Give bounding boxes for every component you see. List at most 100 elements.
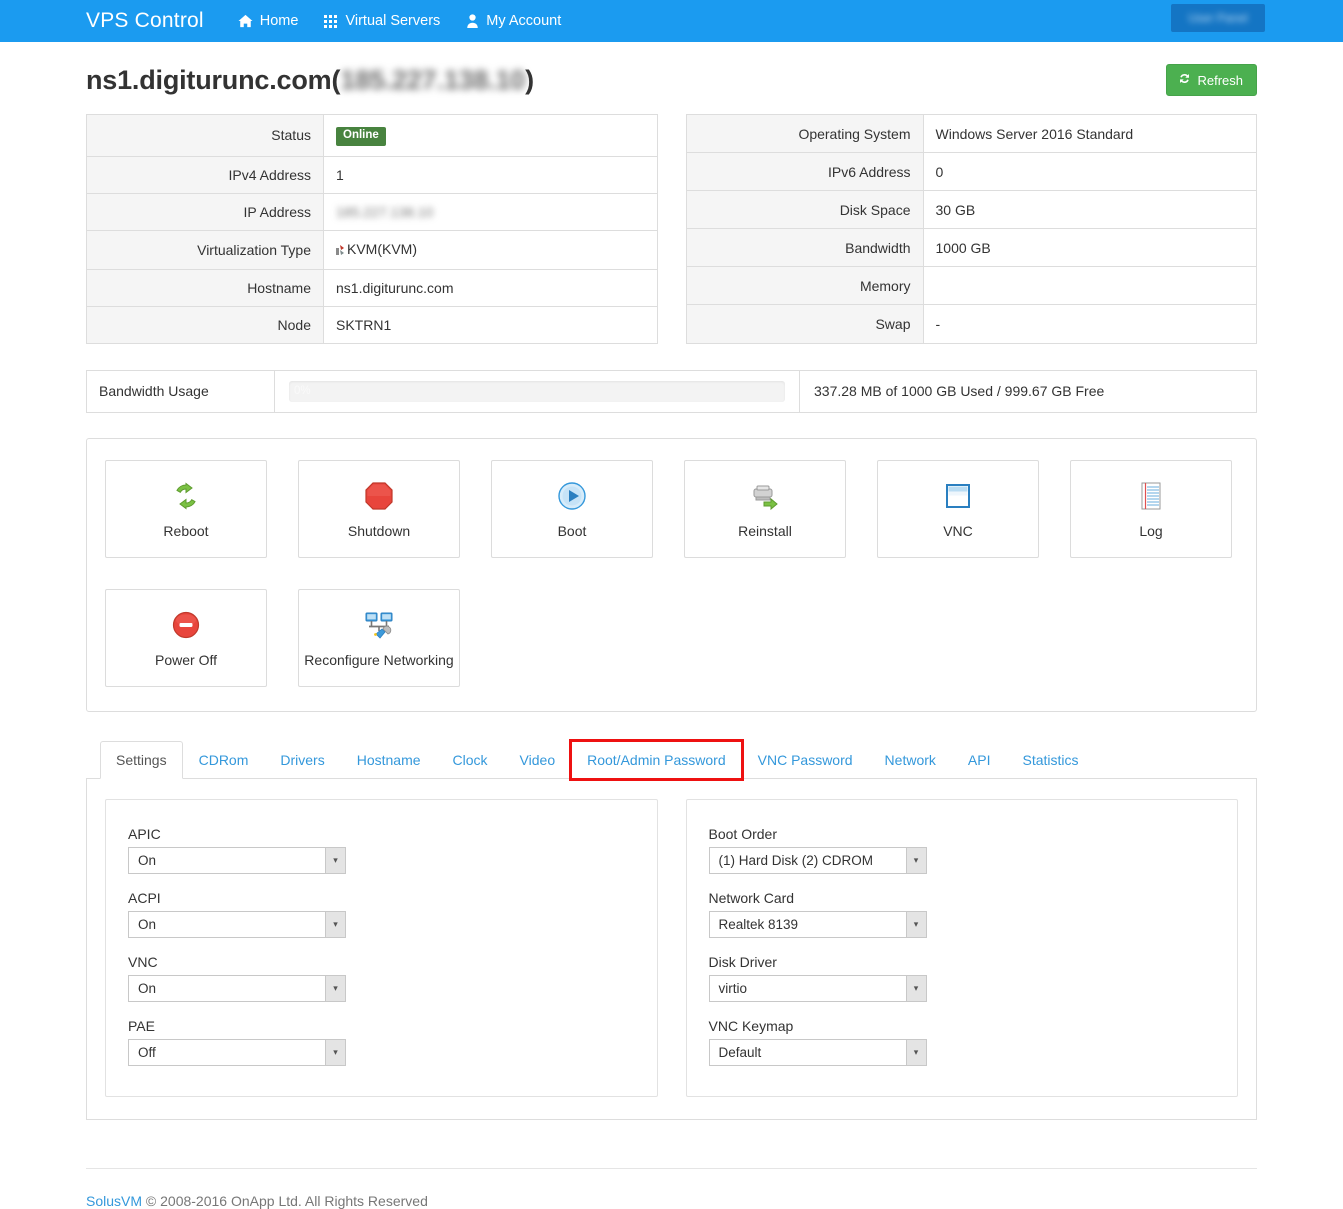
row-label-virtualization-type: Virtualization Type: [86, 230, 324, 269]
action-reconfigure-networking-label: Reconfigure Networking: [304, 651, 454, 668]
field-apic-label: APIC: [128, 825, 161, 842]
boot-icon: [556, 479, 588, 513]
refresh-button[interactable]: Refresh: [1166, 64, 1257, 96]
refresh-label: Refresh: [1197, 72, 1243, 88]
table-row: Operating System Windows Server 2016 Sta…: [686, 114, 1257, 153]
nav-item-home-label: Home: [259, 13, 299, 29]
nav-item-virtual-servers-label: Virtual Servers: [345, 13, 441, 29]
action-reinstall[interactable]: Reinstall: [684, 459, 846, 558]
table-row: Virtualization Type KVM(KVM): [86, 230, 657, 269]
action-reboot[interactable]: Reboot: [105, 459, 267, 558]
chevron-down-icon: ▾: [325, 1039, 345, 1065]
table-row: IPv6 Address 0: [686, 152, 1257, 191]
action-shutdown[interactable]: Shutdown: [298, 459, 460, 558]
brand-logo[interactable]: VPS Control: [86, 9, 204, 33]
field-acpi: ACPI On ▾: [128, 890, 635, 938]
bandwidth-bar-cell: 0%: [275, 370, 800, 412]
row-value-ipv6: 0: [923, 152, 1257, 191]
acpi-select[interactable]: On ▾: [128, 910, 346, 938]
row-label-memory: Memory: [686, 266, 924, 305]
row-value-status: Online: [323, 114, 657, 156]
chevron-down-icon: ▾: [905, 911, 926, 937]
row-value-swap: -: [923, 304, 1257, 343]
tab-drivers[interactable]: Drivers: [264, 741, 340, 779]
server-info-table-right: Operating System Windows Server 2016 Sta…: [685, 114, 1257, 344]
action-power-off[interactable]: Power Off: [105, 588, 267, 687]
server-info-table-left: Status Online IPv4 Address 1 IP Address …: [86, 114, 658, 344]
server-actions-grid: Reboot Shutdown Boot Reinstall VNC Log P…: [105, 459, 1238, 687]
tab-clock[interactable]: Clock: [437, 741, 504, 779]
field-disk-driver: Disk Driver virtio ▾: [708, 954, 1216, 1002]
disk-driver-select[interactable]: virtio ▾: [708, 974, 927, 1002]
tab-settings[interactable]: Settings: [100, 740, 183, 779]
row-value-disk-space: 30 GB: [923, 190, 1257, 229]
pae-select-value: Off: [138, 1044, 156, 1060]
field-apic: APIC On ▾: [128, 826, 635, 874]
action-vnc[interactable]: VNC: [877, 459, 1039, 558]
reinstall-icon: [749, 479, 781, 513]
field-pae: PAE Off ▾: [128, 1018, 635, 1066]
row-label-ip-address: IP Address: [86, 193, 324, 230]
vnc-select[interactable]: On ▾: [128, 974, 346, 1002]
tab-api[interactable]: API: [952, 741, 1007, 779]
tab-vnc-password[interactable]: VNC Password: [742, 741, 869, 779]
user-icon: [466, 14, 479, 28]
account-dropdown-button[interactable]: User Panel: [1171, 4, 1265, 32]
action-power-off-label: Power Off: [155, 651, 217, 668]
field-vnc: VNC On ▾: [128, 954, 635, 1002]
vnc-keymap-select[interactable]: Default ▾: [708, 1038, 927, 1066]
action-boot[interactable]: Boot: [491, 459, 653, 558]
pae-select[interactable]: Off ▾: [128, 1038, 346, 1066]
tab-network[interactable]: Network: [869, 741, 952, 779]
chevron-down-icon: ▾: [325, 847, 345, 873]
network-card-select-value: Realtek 8139: [718, 916, 799, 932]
row-label-ipv6: IPv6 Address: [686, 152, 924, 191]
tab-statistics[interactable]: Statistics: [1006, 741, 1094, 779]
field-vnc-keymap: VNC Keymap Default ▾: [708, 1017, 1216, 1066]
bandwidth-usage-panel: Bandwidth Usage 0% 337.28 MB of 1000 GB …: [86, 369, 1257, 413]
nav-item-home[interactable]: Home: [238, 13, 299, 29]
table-row: Disk Space 30 GB: [686, 190, 1257, 229]
tab-hostname[interactable]: Hostname: [341, 741, 437, 779]
row-label-operating-system: Operating System: [686, 114, 924, 153]
power-off-icon: [170, 608, 202, 642]
nav-item-virtual-servers[interactable]: Virtual Servers: [324, 13, 440, 29]
settings-box-left: APIC On ▾ ACPI On ▾ VNC On ▾ PAE Off ▾: [105, 798, 658, 1097]
action-vnc-label: VNC: [943, 522, 973, 539]
page-footer: SolusVM © 2008-2016 OnApp Ltd. All Right…: [86, 1167, 1257, 1209]
page-title-paren-open: (: [331, 64, 341, 95]
ip-address-masked: 185.227.138.10: [336, 203, 434, 220]
footer-solusvm-link[interactable]: SolusVM: [86, 1193, 142, 1209]
row-label-node: Node: [86, 306, 324, 343]
kvm-icon: [336, 243, 346, 259]
row-label-swap: Swap: [686, 304, 924, 343]
field-vnc-label: VNC: [128, 953, 158, 970]
top-navbar: VPS Control Home Virtual Servers My Acco…: [0, 0, 1343, 42]
page-title: ns1.digiturunc.com(185.227.138.10): [86, 65, 534, 96]
grid-icon: [324, 14, 338, 28]
network-card-select[interactable]: Realtek 8139 ▾: [708, 910, 927, 938]
action-reconfigure-networking[interactable]: Reconfigure Networking: [298, 588, 460, 687]
field-network-card: Network Card Realtek 8139 ▾: [708, 890, 1216, 938]
page-title-paren-close: ): [525, 64, 534, 95]
row-label-bandwidth: Bandwidth: [686, 228, 924, 267]
row-value-ip-address: 185.227.138.10: [323, 193, 657, 230]
action-log[interactable]: Log: [1070, 459, 1232, 558]
bandwidth-percent-label: 0%: [294, 384, 311, 397]
tab-video[interactable]: Video: [504, 741, 572, 779]
tab-root-admin-password[interactable]: Root/Admin Password: [569, 738, 744, 781]
vnc-icon: [942, 479, 974, 513]
boot-order-select[interactable]: (1) Hard Disk (2) CDROM ▾: [708, 846, 927, 874]
page-title-ip: 185.227.138.10: [340, 64, 526, 95]
action-boot-label: Boot: [557, 522, 587, 539]
nav-item-my-account[interactable]: My Account: [466, 13, 561, 29]
row-value-node: SKTRN1: [323, 306, 657, 343]
boot-order-select-value: (1) Hard Disk (2) CDROM: [718, 852, 874, 868]
settings-tab-bar: Settings CDRom Drivers Hostname Clock Vi…: [86, 738, 1257, 781]
tab-cdrom[interactable]: CDRom: [183, 741, 265, 779]
apic-select[interactable]: On ▾: [128, 846, 346, 874]
table-row: Memory: [686, 266, 1257, 305]
action-shutdown-label: Shutdown: [347, 522, 411, 539]
field-vnc-keymap-label: VNC Keymap: [708, 1017, 794, 1034]
server-actions-panel: Reboot Shutdown Boot Reinstall VNC Log P…: [86, 437, 1257, 712]
